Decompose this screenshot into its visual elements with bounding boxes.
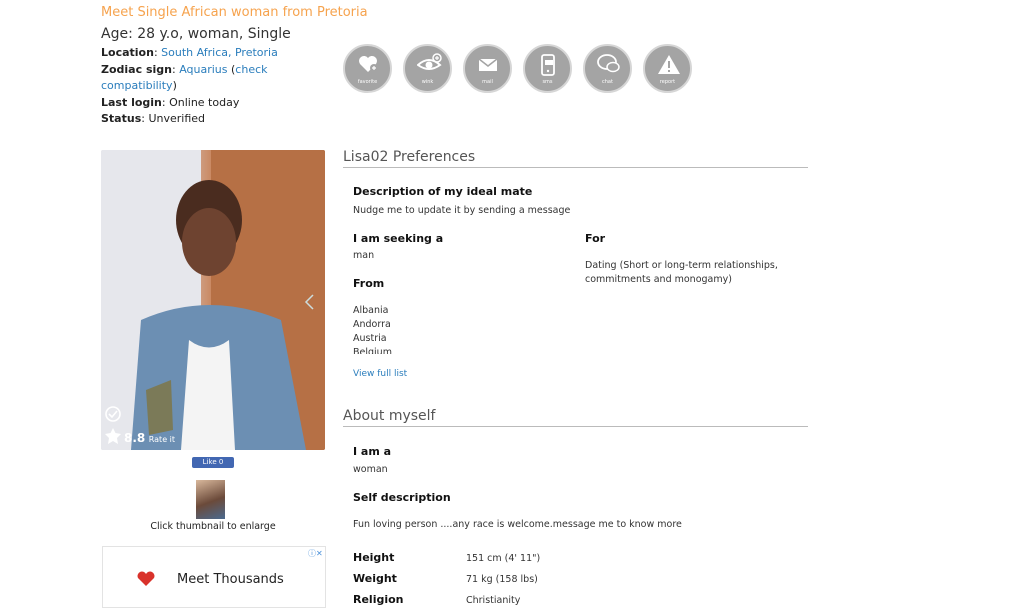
religion-label: Religion <box>353 593 404 606</box>
status-label: Status <box>101 112 142 125</box>
location-link[interactable]: South Africa, Pretoria <box>161 46 278 59</box>
wink-label: wink <box>421 79 434 85</box>
country-item: Albania <box>353 305 389 316</box>
country-item: Andorra <box>353 319 391 330</box>
from-label: From <box>353 277 385 290</box>
attribute-row: Religion Christianity <box>353 590 540 611</box>
like-button[interactable]: Like 0 <box>192 457 234 468</box>
profile-photo[interactable] <box>101 150 325 450</box>
wink-button[interactable]: wink <box>403 44 452 93</box>
country-list: Albania Andorra Austria Belgium <box>353 304 473 354</box>
religion-value: Christianity <box>466 595 521 606</box>
last-login-label: Last login <box>101 95 162 109</box>
height-value: 151 cm (4' 11") <box>466 553 541 564</box>
age-line: Age: 28 y.o, woman, Single <box>101 26 291 42</box>
attribute-row: Weight 71 kg (158 lbs) <box>353 569 540 590</box>
rating[interactable]: 8.8 Rate it <box>124 431 175 445</box>
status-value: Unverified <box>148 112 206 125</box>
height-label: Height <box>353 551 395 564</box>
attributes-table: Height 151 cm (4' 11") Weight 71 kg (158 l… <box>353 548 540 611</box>
country-item: Belgium <box>353 347 392 354</box>
heart-plus-icon <box>359 56 378 72</box>
self-description-value: Fun loving person ....any race is welcom… <box>353 519 682 530</box>
chat-bubbles-icon <box>597 54 620 73</box>
action-icons: favorite wink mail sms chat report <box>343 44 692 93</box>
report-button[interactable]: report <box>643 44 692 93</box>
chat-button[interactable]: chat <box>583 44 632 93</box>
i-am-value: woman <box>353 464 388 475</box>
ideal-mate-value: Nudge me to update it by sending a messa… <box>353 205 571 216</box>
preferences-heading: Lisa02 Preferences <box>343 149 808 168</box>
rate-it-label: Rate it <box>148 435 176 444</box>
seeking-label: I am seeking a <box>353 232 444 245</box>
heart-icon <box>137 571 155 586</box>
envelope-icon <box>478 58 498 71</box>
zodiac-label: Zodiac sign <box>101 62 172 76</box>
seeking-value: man <box>353 250 375 261</box>
sms-button[interactable]: sms <box>523 44 572 93</box>
weight-value: 71 kg (158 lbs) <box>466 574 538 585</box>
for-value: Dating (Short or long-term relationships… <box>585 260 778 285</box>
sms-label: sms <box>542 79 553 85</box>
mail-label: mail <box>482 79 493 85</box>
i-am-label: I am a <box>353 445 392 458</box>
advertisement[interactable]: ⓘ✕ Meet Thousands <box>102 546 326 608</box>
favorite-button[interactable]: favorite <box>343 44 392 93</box>
location-label: Location <box>101 46 154 59</box>
warning-icon <box>658 55 680 74</box>
phone-icon <box>541 54 555 76</box>
last-login-value: Online today <box>169 95 240 109</box>
attribute-row: Height 151 cm (4' 11") <box>353 548 540 569</box>
eye-icon <box>417 53 442 70</box>
country-item: Austria <box>353 333 387 344</box>
chat-label: chat <box>602 79 613 85</box>
report-label: report <box>659 79 676 85</box>
rating-value: 8.8 <box>124 431 146 445</box>
view-full-list-link[interactable]: View full list <box>353 369 407 379</box>
favorite-label: favorite <box>357 79 378 85</box>
photo-thumbnail[interactable] <box>196 480 225 519</box>
thumbnail-caption: Click thumbnail to enlarge <box>150 521 276 532</box>
about-heading: About myself <box>343 408 808 427</box>
ideal-mate-label: Description of my ideal mate <box>353 185 533 198</box>
weight-label: Weight <box>353 572 397 585</box>
ad-info-icon[interactable]: ⓘ✕ <box>308 548 323 559</box>
zodiac-link[interactable]: Aquarius <box>179 63 227 76</box>
profile-title: Meet Single African woman from Pretoria <box>101 5 368 20</box>
ad-text: Meet Thousands <box>177 572 284 587</box>
profile-info: Location: South Africa, Pretoria Zodiac … <box>101 46 278 125</box>
photo-illustration <box>101 150 325 450</box>
self-description-label: Self description <box>353 491 451 504</box>
mail-button[interactable]: mail <box>463 44 512 93</box>
for-label: For <box>585 232 606 245</box>
